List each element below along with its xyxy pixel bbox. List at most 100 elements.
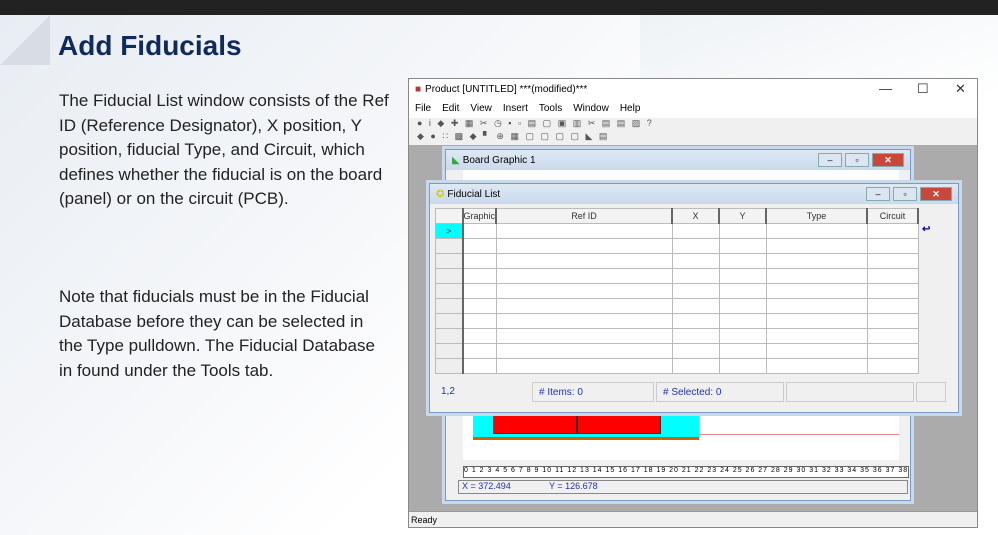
grid-cell[interactable]	[866, 358, 919, 374]
grid-cell[interactable]	[866, 268, 919, 284]
grid-cell[interactable]	[765, 298, 868, 314]
grid-cell[interactable]	[765, 283, 868, 299]
table-row[interactable]	[435, 298, 919, 314]
grid-cell[interactable]	[495, 328, 673, 344]
grid-cell[interactable]	[671, 313, 720, 329]
grid-cell[interactable]	[671, 283, 720, 299]
grid-cell[interactable]	[495, 343, 673, 359]
table-row[interactable]	[435, 358, 919, 374]
grid-cell[interactable]	[495, 298, 673, 314]
fiducial-minimize-button[interactable]: –	[866, 187, 890, 201]
grid-cell[interactable]	[495, 253, 673, 269]
grid-cell[interactable]	[866, 328, 919, 344]
grid-cell[interactable]	[462, 313, 497, 329]
minimize-button[interactable]: —	[879, 81, 892, 96]
row-header[interactable]	[435, 253, 464, 269]
grid-cell[interactable]	[495, 238, 673, 254]
grid-cell[interactable]	[866, 298, 919, 314]
grid-cell[interactable]	[765, 358, 868, 374]
grid-cell[interactable]	[866, 253, 919, 269]
grid-cell[interactable]	[718, 358, 767, 374]
grid-cell[interactable]	[462, 343, 497, 359]
menu-view[interactable]: View	[470, 103, 492, 115]
menu-window[interactable]: Window	[573, 103, 609, 115]
board-minimize-button[interactable]: –	[818, 153, 842, 167]
enter-icon[interactable]: ↩	[922, 224, 930, 235]
grid-cell[interactable]	[765, 253, 868, 269]
grid-cell[interactable]	[495, 283, 673, 299]
grid-cell[interactable]	[671, 223, 720, 239]
menu-edit[interactable]: Edit	[442, 103, 459, 115]
grid-cell[interactable]	[866, 283, 919, 299]
grid-cell[interactable]	[462, 358, 497, 374]
menu-tools[interactable]: Tools	[539, 103, 562, 115]
grid-cell[interactable]	[718, 313, 767, 329]
grid-cell[interactable]	[718, 238, 767, 254]
grid-cell[interactable]	[866, 238, 919, 254]
col-type[interactable]: Type	[765, 208, 869, 224]
table-row[interactable]	[435, 328, 919, 344]
fiducial-grid[interactable]: Graphic Ref ID X Y Type Circuit >	[435, 208, 919, 374]
toolbar-1[interactable]: ● i ◆ ✚ ▦ ✂ ◷ ▪ ▫ ▤ ▢ ▣ ▥ ✂ ▤ ▤ ▨ ?	[409, 118, 977, 131]
grid-cell[interactable]	[866, 223, 919, 239]
row-header[interactable]: >	[435, 223, 464, 239]
row-header[interactable]	[435, 238, 464, 254]
grid-cell[interactable]	[462, 298, 497, 314]
grid-cell[interactable]	[765, 238, 868, 254]
grid-cell[interactable]	[495, 223, 673, 239]
grid-cell[interactable]	[671, 358, 720, 374]
fiducial-close-button[interactable]: ✕	[920, 187, 952, 201]
row-header[interactable]	[435, 283, 464, 299]
grid-cell[interactable]	[671, 298, 720, 314]
close-button[interactable]: ✕	[955, 81, 966, 97]
col-circuit[interactable]: Circuit	[866, 208, 919, 224]
grid-cell[interactable]	[671, 268, 720, 284]
grid-cell[interactable]	[495, 268, 673, 284]
board-restore-button[interactable]: ▫	[845, 153, 869, 167]
grid-cell[interactable]	[718, 223, 767, 239]
row-header[interactable]	[435, 298, 464, 314]
grid-cell[interactable]	[462, 238, 497, 254]
grid-cell[interactable]	[495, 313, 673, 329]
fiducial-restore-button[interactable]: ▫	[893, 187, 917, 201]
grid-cell[interactable]	[866, 313, 919, 329]
grid-cell[interactable]	[718, 253, 767, 269]
board-close-button[interactable]: ✕	[872, 153, 904, 167]
col-ref-id[interactable]: Ref ID	[495, 208, 674, 224]
grid-cell[interactable]	[462, 253, 497, 269]
grid-cell[interactable]	[718, 343, 767, 359]
table-row[interactable]	[435, 238, 919, 254]
col-y[interactable]: Y	[718, 208, 768, 224]
grid-cell[interactable]	[671, 238, 720, 254]
grid-cell[interactable]	[765, 328, 868, 344]
grid-cell[interactable]	[718, 328, 767, 344]
table-row[interactable]: >	[435, 223, 919, 239]
row-header[interactable]	[435, 328, 464, 344]
table-row[interactable]	[435, 253, 919, 269]
grid-cell[interactable]	[765, 343, 868, 359]
table-row[interactable]	[435, 283, 919, 299]
table-row[interactable]	[435, 268, 919, 284]
grid-cell[interactable]	[765, 268, 868, 284]
grid-cell[interactable]	[462, 223, 497, 239]
row-header[interactable]	[435, 358, 464, 374]
row-header[interactable]	[435, 313, 464, 329]
table-row[interactable]	[435, 343, 919, 359]
grid-cell[interactable]	[718, 283, 767, 299]
menu-insert[interactable]: Insert	[503, 103, 528, 115]
grid-cell[interactable]	[495, 358, 673, 374]
grid-cell[interactable]	[671, 328, 720, 344]
grid-cell[interactable]	[671, 343, 720, 359]
maximize-button[interactable]: ☐	[917, 81, 929, 97]
menu-help[interactable]: Help	[620, 103, 641, 115]
menu-file[interactable]: File	[415, 103, 431, 115]
grid-cell[interactable]	[718, 298, 767, 314]
grid-cell[interactable]	[462, 328, 497, 344]
col-graphic[interactable]: Graphic	[462, 208, 498, 224]
grid-cell[interactable]	[765, 313, 868, 329]
grid-cell[interactable]	[718, 268, 767, 284]
grid-cell[interactable]	[765, 223, 868, 239]
toolbar-2[interactable]: ◆ ● ∷ ▩ ◆ ▘ ⊕ ▦ ▢ ▢ ▢ ▢ ◣ ▤	[409, 131, 977, 144]
grid-cell[interactable]	[866, 343, 919, 359]
col-x[interactable]: X	[671, 208, 721, 224]
